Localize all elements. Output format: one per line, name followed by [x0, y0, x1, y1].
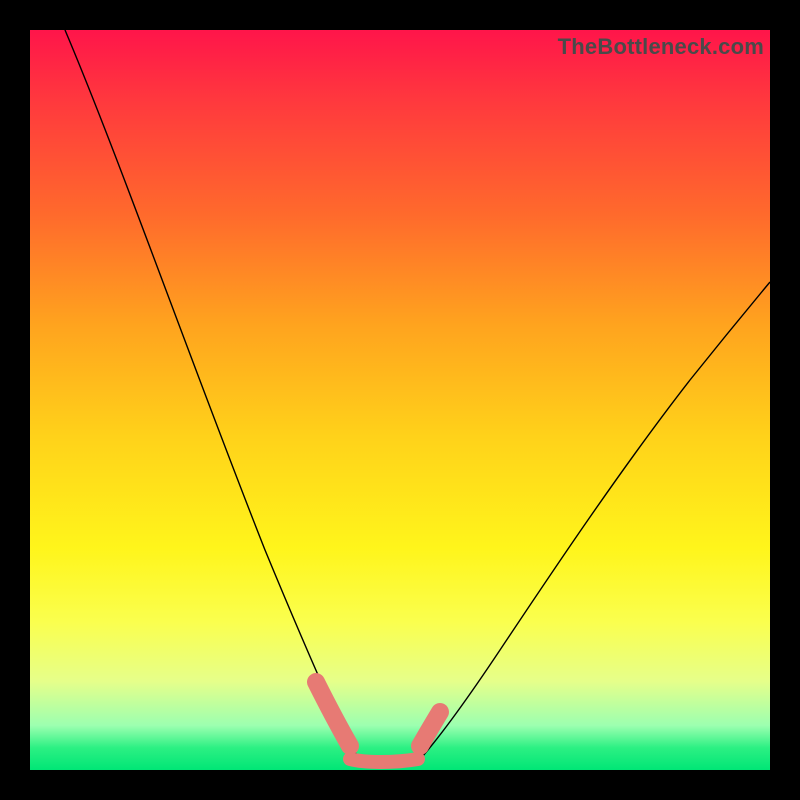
left-curve	[65, 30, 358, 757]
coral-marker-right	[420, 712, 440, 746]
watermark-text: TheBottleneck.com	[558, 34, 764, 60]
right-curve	[422, 282, 770, 757]
coral-marker-basin	[350, 759, 418, 762]
chart-svg	[30, 30, 770, 770]
coral-marker-left	[316, 682, 350, 746]
chart-frame: TheBottleneck.com	[0, 0, 800, 800]
